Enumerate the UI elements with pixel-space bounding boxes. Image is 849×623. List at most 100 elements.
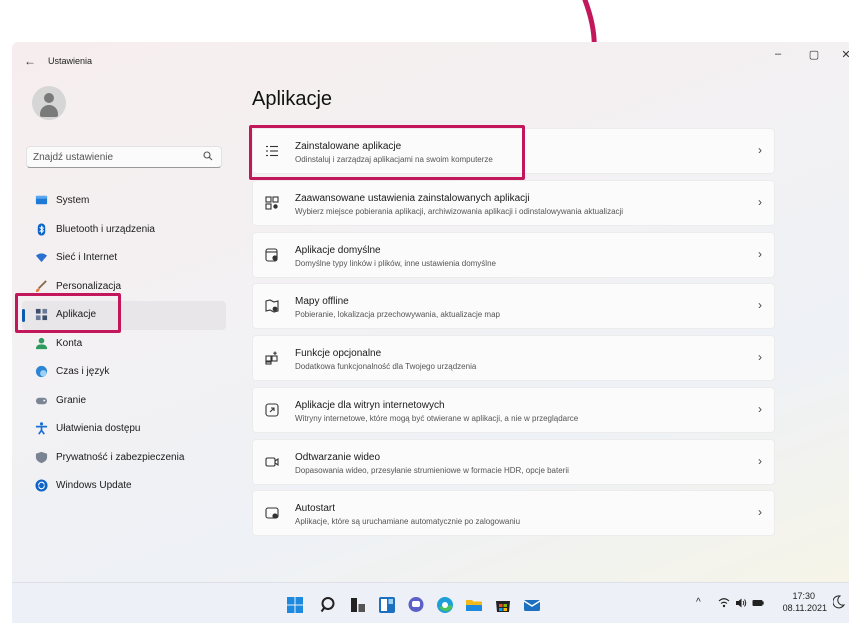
edge-icon[interactable] <box>436 596 454 614</box>
sidebar-item-label: Aplikacje <box>56 309 97 320</box>
notification-icon[interactable] <box>833 595 845 609</box>
volume-icon[interactable] <box>735 597 747 609</box>
chevron-right-icon: › <box>758 247 762 261</box>
sidebar-item-label: Czas i język <box>56 366 110 377</box>
card-title: Mapy offline <box>295 296 349 307</box>
avatar-head <box>44 93 54 103</box>
chat-icon[interactable] <box>407 596 425 614</box>
battery-icon[interactable] <box>752 597 764 609</box>
search-icon[interactable] <box>320 596 338 614</box>
sidebar-item-label: Granie <box>56 394 87 406</box>
sidebar-item-label: Konta <box>56 337 83 349</box>
widgets-icon[interactable] <box>378 596 396 614</box>
startup-icon <box>265 507 279 519</box>
default-apps-icon <box>265 248 278 262</box>
chevron-right-icon: › <box>758 195 762 209</box>
card-default-apps[interactable]: Aplikacje domyślne Domyślne typy linków … <box>252 232 775 278</box>
sidebar-item-windows-update[interactable]: Windows Update <box>22 472 226 501</box>
mail-icon[interactable] <box>523 596 541 614</box>
search-icon <box>203 151 213 161</box>
card-subtitle: Pobieranie, lokalizacja przechowywania, … <box>295 310 500 319</box>
gamepad-icon <box>35 397 48 404</box>
card-subtitle: Wybierz miejsce pobierania aplikacji, ar… <box>295 207 624 216</box>
card-optional-features[interactable]: Funkcje opcjonalne Dodatkowa funkcjonaln… <box>252 335 775 381</box>
title-bar: ← Ustawienia – ▢ ✕ <box>12 42 849 82</box>
sidebar-item-accessibility[interactable]: Ułatwienia dostępu <box>22 415 226 444</box>
globe-clock-icon <box>35 365 48 378</box>
settings-window: ← Ustawienia – ▢ ✕ Znajdź ustawienie Sys… <box>12 42 849 582</box>
brush-icon <box>35 279 47 292</box>
sidebar-item-label: Personalizacja <box>56 280 122 292</box>
sidebar-item-gaming[interactable]: Granie <box>22 387 226 416</box>
sidebar-item-network[interactable]: Sieć i Internet <box>22 244 226 273</box>
open-external-icon <box>265 403 279 417</box>
task-view-icon[interactable] <box>349 596 367 614</box>
card-title: Aplikacje dla witryn internetowych <box>295 400 445 411</box>
chevron-right-icon: › <box>758 143 762 157</box>
avatar[interactable] <box>32 86 66 120</box>
map-icon <box>265 299 279 313</box>
card-installed-apps[interactable]: Zainstalowane aplikacje Odinstaluj i zar… <box>252 128 775 174</box>
card-subtitle: Aplikacje, które są uruchamiane automaty… <box>295 517 521 526</box>
sidebar-item-label: System <box>56 195 90 206</box>
card-advanced-app-settings[interactable]: Zaawansowane ustawienia zainstalowanych … <box>252 180 775 226</box>
tray-overflow-chevron[interactable]: ^ <box>696 597 701 608</box>
sidebar-item-personalization[interactable]: Personalizacja <box>22 273 226 302</box>
maximize-button[interactable]: ▢ <box>804 48 824 61</box>
close-button[interactable]: ✕ <box>836 48 849 61</box>
active-indicator <box>22 309 25 322</box>
back-button[interactable]: ← <box>24 54 36 68</box>
sidebar-item-bluetooth[interactable]: Bluetooth i urządzenia <box>22 216 226 245</box>
page-title: Aplikacje <box>252 88 333 110</box>
clock-date[interactable]: 08.11.2021 <box>783 603 827 613</box>
file-explorer-icon[interactable] <box>465 596 483 614</box>
card-subtitle: Domyślne typy linków i plików, inne usta… <box>295 259 496 268</box>
sidebar-item-time-language[interactable]: Czas i język <box>22 358 226 387</box>
wifi-icon[interactable] <box>718 597 730 609</box>
card-title: Zainstalowane aplikacje <box>295 141 402 152</box>
start-icon[interactable] <box>286 596 304 614</box>
store-icon[interactable] <box>494 596 512 614</box>
taskbar: ^ 17:30 08.11.2021 <box>12 582 849 623</box>
avatar-body <box>40 105 58 117</box>
card-title: Aplikacje domyślne <box>295 245 381 256</box>
sidebar-item-label: Windows Update <box>56 480 132 491</box>
chevron-right-icon: › <box>758 402 762 416</box>
card-autostart[interactable]: Autostart Aplikacje, które są uruchamian… <box>252 490 775 536</box>
sidebar-item-label: Bluetooth i urządzenia <box>56 223 155 235</box>
card-apps-for-websites[interactable]: Aplikacje dla witryn internetowych Witry… <box>252 387 775 433</box>
user-icon <box>35 337 48 349</box>
optional-features-icon <box>265 351 278 365</box>
list-icon <box>266 145 278 157</box>
sidebar-item-label: Sieć i Internet <box>56 252 118 263</box>
card-subtitle: Dodatkowa funkcjonalność dla Twojego urz… <box>295 362 477 371</box>
sidebar-item-accounts[interactable]: Konta <box>22 330 226 359</box>
apps-icon <box>35 308 48 321</box>
wifi-icon <box>35 253 48 263</box>
window-title: Ustawienia <box>48 56 93 66</box>
shield-icon <box>35 451 48 463</box>
sidebar-item-apps[interactable]: Aplikacje <box>22 301 226 330</box>
sidebar-item-system[interactable]: System <box>22 187 226 216</box>
apps-settings-icon <box>265 196 279 210</box>
clock-time[interactable]: 17:30 <box>792 591 815 601</box>
card-subtitle: Odinstaluj i zarządzaj aplikacjami na sw… <box>295 155 493 164</box>
card-subtitle: Dopasowania wideo, przesyłanie strumieni… <box>295 466 569 475</box>
minimize-button[interactable]: – <box>768 48 788 60</box>
card-offline-maps[interactable]: Mapy offline Pobieranie, lokalizacja prz… <box>252 283 775 329</box>
chevron-right-icon: › <box>758 454 762 468</box>
sidebar-nav: System Bluetooth i urządzenia Sieć i Int… <box>22 187 226 501</box>
search-placeholder: Znajdź ustawienie <box>33 152 114 163</box>
card-video-playback[interactable]: Odtwarzanie wideo Dopasowania wideo, prz… <box>252 439 775 485</box>
sidebar-item-privacy[interactable]: Prywatność i zabezpieczenia <box>22 444 226 473</box>
sidebar-item-label: Ułatwienia dostępu <box>56 423 141 434</box>
card-title: Zaawansowane ustawienia zainstalowanych … <box>295 193 530 204</box>
chevron-right-icon: › <box>758 350 762 364</box>
card-subtitle: Witryny internetowe, które mogą być otwi… <box>295 414 579 423</box>
monitor-icon <box>35 195 48 205</box>
chevron-right-icon: › <box>758 505 762 519</box>
card-title: Odtwarzanie wideo <box>295 452 381 463</box>
search-input[interactable]: Znajdź ustawienie <box>26 146 222 168</box>
update-icon <box>35 479 48 492</box>
video-icon <box>265 457 279 467</box>
